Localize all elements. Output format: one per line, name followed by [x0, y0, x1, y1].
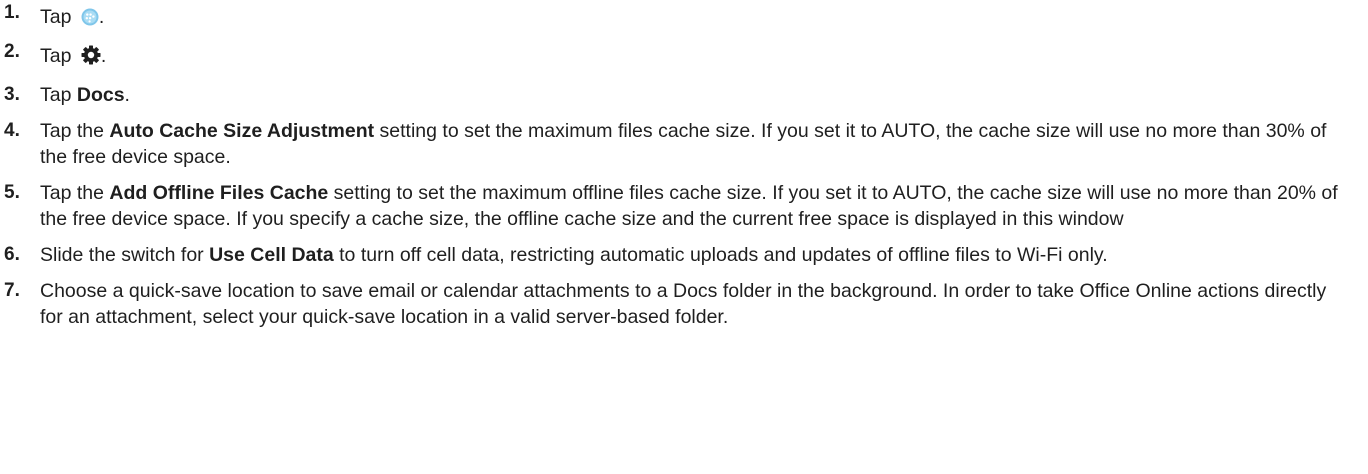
step-number: 3. — [4, 84, 20, 105]
gear-icon — [81, 45, 101, 72]
step-text: Tap — [40, 84, 77, 106]
step-number: 7. — [4, 280, 20, 301]
step-5: 5. Tap the Add Offline Files Cache setti… — [4, 180, 1350, 232]
step-3: 3. Tap Docs. — [4, 82, 1350, 108]
step-text: Tap — [40, 6, 72, 28]
step-2: 2. Tap . — [4, 41, 1350, 72]
setting-name: Add Offline Files Cache — [109, 182, 329, 204]
step-number: 1. — [4, 2, 20, 23]
setting-name: Auto Cache Size Adjustment — [109, 120, 375, 142]
step-text: Choose a quick-save location to save ema… — [40, 280, 1327, 328]
step-number: 5. — [4, 182, 20, 203]
step-text-end: to turn off cell data, restricting autom… — [333, 244, 1108, 266]
step-text-end: . — [100, 45, 107, 67]
step-text: Slide the switch for — [40, 244, 210, 266]
step-4: 4. Tap the Auto Cache Size Adjustment se… — [4, 118, 1350, 170]
step-6: 6. Slide the switch for Use Cell Data to… — [4, 242, 1350, 268]
bbm-app-icon — [81, 7, 99, 33]
step-text-end: . — [98, 6, 105, 28]
step-number: 2. — [4, 41, 20, 62]
step-text: Tap — [40, 45, 72, 67]
step-number: 4. — [4, 120, 20, 141]
setting-name: Use Cell Data — [209, 244, 334, 266]
step-number: 6. — [4, 244, 20, 265]
setting-name: Docs — [76, 84, 125, 106]
step-text: Tap the — [40, 182, 110, 204]
step-7: 7. Choose a quick-save location to save … — [4, 278, 1350, 330]
step-text-end: . — [124, 84, 130, 106]
step-text: Tap the — [40, 120, 110, 142]
instruction-steps-list: 1. Tap . 2. Tap . 3. Tap Docs. 4. Tap th… — [0, 0, 1368, 330]
step-1: 1. Tap . — [4, 2, 1350, 33]
